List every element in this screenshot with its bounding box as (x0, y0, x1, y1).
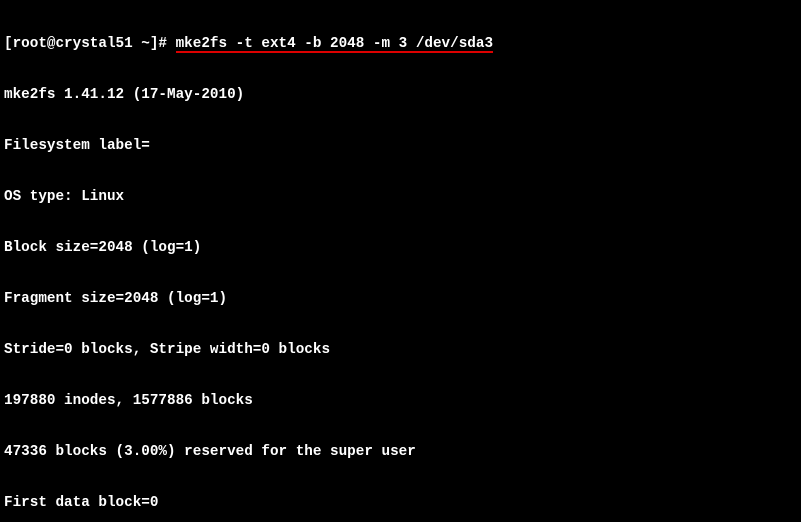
output-line: Filesystem label= (4, 138, 797, 155)
output-line: 197880 inodes, 1577886 blocks (4, 393, 797, 410)
output-line: OS type: Linux (4, 189, 797, 206)
output-line: mke2fs 1.41.12 (17-May-2010) (4, 87, 797, 104)
output-line: First data block=0 (4, 495, 797, 512)
prompt-prefix: [root@crystal51 ~]# (4, 36, 176, 52)
output-line: Block size=2048 (log=1) (4, 240, 797, 257)
prompt-line-1[interactable]: [root@crystal51 ~]# mke2fs -t ext4 -b 20… (4, 36, 797, 53)
output-line: Stride=0 blocks, Stripe width=0 blocks (4, 342, 797, 359)
output-line: 47336 blocks (3.00%) reserved for the su… (4, 444, 797, 461)
terminal-window[interactable]: [root@crystal51 ~]# mke2fs -t ext4 -b 20… (0, 0, 801, 522)
output-line: Fragment size=2048 (log=1) (4, 291, 797, 308)
command-1: mke2fs -t ext4 -b 2048 -m 3 /dev/sda3 (176, 37, 493, 53)
